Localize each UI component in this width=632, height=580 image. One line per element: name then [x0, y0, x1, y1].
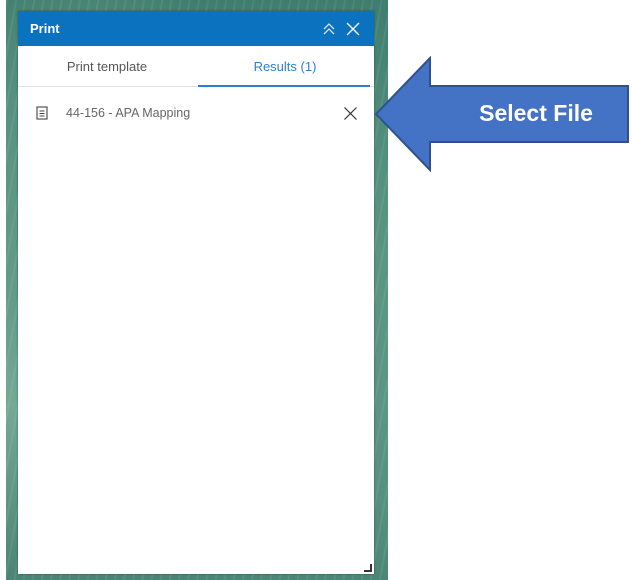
- panel-header: Print: [18, 11, 374, 46]
- resize-handle[interactable]: [364, 564, 372, 572]
- remove-result-button[interactable]: [340, 103, 360, 123]
- tab-print-template-label: Print template: [66, 58, 148, 74]
- select-file-callout: Select File: [374, 55, 632, 173]
- print-panel: Print Print template Results (1) 44-156 …: [18, 11, 374, 574]
- close-panel-button[interactable]: [342, 18, 364, 40]
- result-item-label[interactable]: 44-156 - APA Mapping: [66, 106, 340, 120]
- tab-print-template[interactable]: Print template: [18, 46, 196, 86]
- close-icon: [346, 22, 360, 35]
- double-chevron-up-icon: [323, 22, 335, 34]
- result-item[interactable]: 44-156 - APA Mapping: [18, 95, 374, 131]
- collapse-button[interactable]: [318, 18, 340, 40]
- panel-title: Print: [30, 21, 60, 36]
- close-icon: [343, 106, 357, 120]
- tab-results-label: Results (1): [253, 58, 317, 74]
- panel-tabs: Print template Results (1): [18, 46, 374, 87]
- document-icon: [36, 105, 52, 121]
- callout-label: Select File: [479, 99, 593, 126]
- tab-results[interactable]: Results (1): [196, 46, 374, 87]
